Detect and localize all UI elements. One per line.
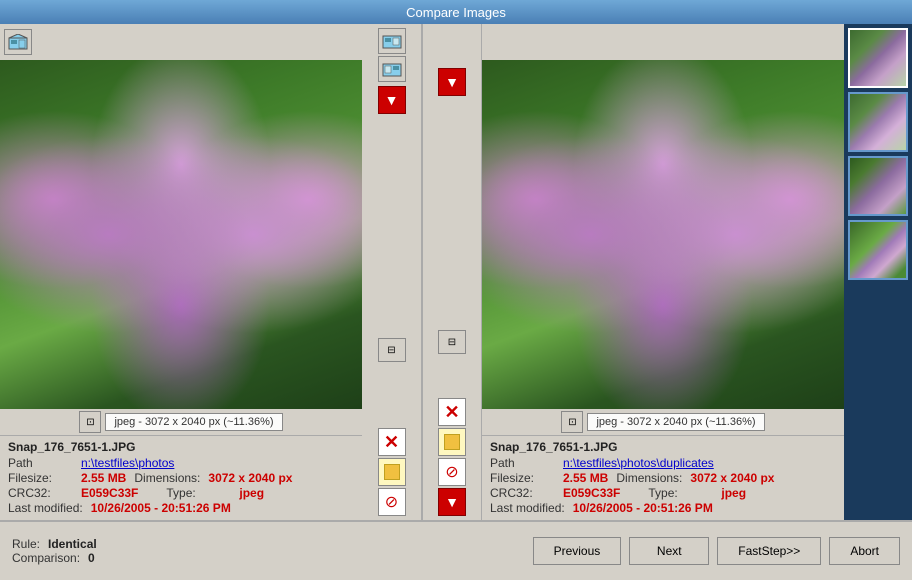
- previous-button[interactable]: Previous: [533, 537, 622, 565]
- delete-right-btn[interactable]: ✕: [438, 398, 466, 426]
- left-filesize-value: 2.55 MB: [81, 471, 126, 485]
- left-filesize-label: Filesize:: [8, 471, 73, 485]
- right-path-row: Path n:\testfiles\photos\duplicates: [490, 456, 836, 470]
- left-path-label: Path: [8, 456, 73, 470]
- right-filesize-row: Filesize: 2.55 MB Dimensions: 3072 x 204…: [490, 471, 836, 485]
- left-image-panel: ⊡ jpeg - 3072 x 2040 px (~11.36%) Snap_1…: [0, 24, 362, 520]
- right-path-label: Path: [490, 456, 555, 470]
- left-crc32-label: CRC32:: [8, 486, 73, 500]
- tag-left-btn[interactable]: [378, 458, 406, 486]
- next-button[interactable]: Next: [629, 537, 709, 565]
- left-restore-btn[interactable]: ⊡: [79, 411, 101, 433]
- thumbnail-2[interactable]: [848, 92, 908, 152]
- view-left-btn[interactable]: [378, 28, 406, 54]
- left-modified-row: Last modified: 10/26/2005 - 20:51:26 PM: [8, 501, 354, 515]
- middle-toolbar: ▼ ⊟ ✕ ⊘: [362, 24, 422, 520]
- move-down-right-btn[interactable]: ▼: [438, 68, 466, 96]
- right-crc-row: CRC32: E059C33F Type: jpeg: [490, 486, 836, 500]
- move-down-btn[interactable]: ▼: [378, 86, 406, 114]
- right-dimensions-label: Dimensions:: [616, 471, 682, 485]
- left-image-label-row: ⊡ jpeg - 3072 x 2040 px (~11.36%): [0, 409, 362, 435]
- right-dimensions-value: 3072 x 2040 px: [690, 471, 774, 485]
- left-image-btn1[interactable]: [4, 29, 32, 55]
- rule-label: Rule:: [12, 537, 40, 551]
- footer-bar: Rule: Identical Comparison: 0 Previous N…: [0, 520, 912, 580]
- right-sidebar: [844, 24, 912, 520]
- left-filesize-row: Filesize: 2.55 MB Dimensions: 3072 x 204…: [8, 471, 354, 485]
- thumbnail-3[interactable]: [848, 156, 908, 216]
- block-left-btn[interactable]: ⊘: [378, 488, 406, 516]
- footer-buttons: Previous Next FastStep>> Abort: [533, 537, 900, 565]
- abort-button[interactable]: Abort: [829, 537, 900, 565]
- rule-value: Identical: [48, 537, 97, 551]
- right-modified-row: Last modified: 10/26/2005 - 20:51:26 PM: [490, 501, 836, 515]
- right-image-label-row: ⊡ jpeg - 3072 x 2040 px (~11.36%): [482, 409, 844, 435]
- right-modified-value: 10/26/2005 - 20:51:26 PM: [573, 501, 713, 515]
- comparison-row: Comparison: 0: [12, 551, 533, 565]
- left-filename: Snap_176_7651-1.JPG: [8, 440, 354, 454]
- right-image-panel: ⊡ jpeg - 3072 x 2040 px (~11.36%) Snap_1…: [482, 24, 844, 520]
- left-top-toolbar: [0, 24, 362, 60]
- right-crc32-value: E059C33F: [563, 486, 620, 500]
- left-dimensions-value: 3072 x 2040 px: [208, 471, 292, 485]
- right-image-container: [482, 60, 844, 409]
- right-type-label: Type:: [648, 486, 713, 500]
- thumbnail-4[interactable]: [848, 220, 908, 280]
- left-modified-value: 10/26/2005 - 20:51:26 PM: [91, 501, 231, 515]
- restore-right-btn[interactable]: ⊟: [438, 330, 466, 354]
- right-top-toolbar: [482, 24, 844, 60]
- right-modified-label: Last modified:: [490, 501, 565, 515]
- left-image-container: [0, 60, 362, 409]
- tag-right-btn[interactable]: [438, 428, 466, 456]
- left-crc32-value: E059C33F: [81, 486, 138, 500]
- left-type-label: Type:: [166, 486, 231, 500]
- right-filesize-label: Filesize:: [490, 471, 555, 485]
- comparison-value: 0: [88, 551, 95, 565]
- left-type-value: jpeg: [239, 486, 264, 500]
- left-info-section: Snap_176_7651-1.JPG Path n:\testfiles\ph…: [0, 435, 362, 520]
- footer-info: Rule: Identical Comparison: 0: [12, 537, 533, 565]
- move-right-btn[interactable]: ▼: [438, 488, 466, 516]
- right-type-value: jpeg: [721, 486, 746, 500]
- left-modified-label: Last modified:: [8, 501, 83, 515]
- thumbnail-1[interactable]: [848, 28, 908, 88]
- left-crc-row: CRC32: E059C33F Type: jpeg: [8, 486, 354, 500]
- left-dimensions-label: Dimensions:: [134, 471, 200, 485]
- left-img-label: jpeg - 3072 x 2040 px (~11.36%): [105, 413, 282, 431]
- right-info-section: Snap_176_7651-1.JPG Path n:\testfiles\ph…: [482, 435, 844, 520]
- right-middle-toolbar: ▼ ⊟ ✕ ⊘ ▼: [422, 24, 482, 520]
- right-img-label: jpeg - 3072 x 2040 px (~11.36%): [587, 413, 764, 431]
- comparison-label: Comparison:: [12, 551, 80, 565]
- delete-left-btn[interactable]: ✕: [378, 428, 406, 456]
- left-path-row: Path n:\testfiles\photos: [8, 456, 354, 470]
- faststep-button[interactable]: FastStep>>: [717, 537, 821, 565]
- rule-row: Rule: Identical: [12, 537, 533, 551]
- block-right-btn[interactable]: ⊘: [438, 458, 466, 486]
- title-bar: Compare Images: [0, 0, 912, 24]
- right-restore-btn[interactable]: ⊡: [561, 411, 583, 433]
- right-crc32-label: CRC32:: [490, 486, 555, 500]
- right-filename: Snap_176_7651-1.JPG: [490, 440, 836, 454]
- left-path-value[interactable]: n:\testfiles\photos: [81, 456, 174, 470]
- window-title: Compare Images: [406, 5, 506, 20]
- right-path-value[interactable]: n:\testfiles\photos\duplicates: [563, 456, 714, 470]
- restore-left-btn[interactable]: ⊟: [378, 338, 406, 362]
- view-right-btn[interactable]: [378, 56, 406, 82]
- right-filesize-value: 2.55 MB: [563, 471, 608, 485]
